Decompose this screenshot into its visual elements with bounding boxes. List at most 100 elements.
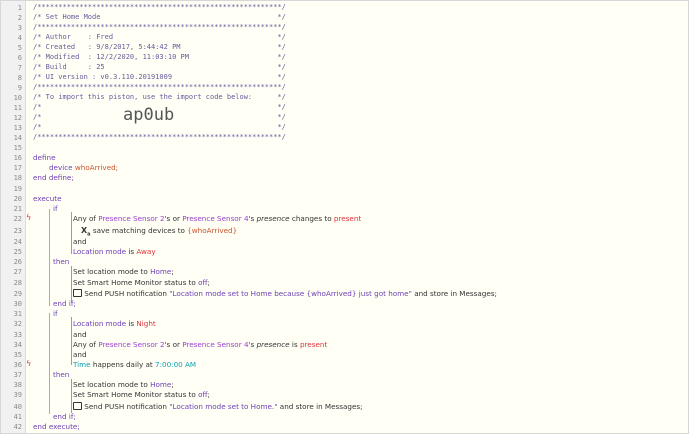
comment-line-14: /***************************************… [33, 133, 286, 141]
off-value-2: off [198, 390, 208, 399]
line-number: 15 [13, 144, 22, 152]
location-mode-label: Location mode [73, 247, 127, 256]
condition1-presence[interactable]: Any of Presence Sensor 2's or Presence S… [73, 214, 361, 223]
push-message: "Location mode set to Home because {whoA… [169, 289, 412, 298]
possessive-or-label: 's or [164, 214, 180, 223]
line-number: 26 [13, 258, 22, 266]
line-number: 4 [17, 34, 22, 42]
save-matching-label: save matching devices to [92, 226, 185, 235]
line-number: 41 [13, 413, 22, 421]
is-operator-2: is [128, 319, 135, 328]
then2-action-bracket [71, 379, 72, 413]
line-number: 24 [13, 238, 22, 246]
comment-line-3: /***************************************… [33, 23, 286, 31]
trigger-bolt-icon: ϟ [26, 213, 32, 222]
comment-line-6: /* Modified : 12/2/2020, 11:03:10 PM */ [33, 53, 286, 61]
line-number: 40 [13, 403, 22, 411]
line-number: 38 [13, 381, 22, 389]
line-number: 9 [17, 84, 22, 92]
action-set-location-mode-2[interactable]: Set location mode to Home; [73, 380, 174, 389]
end-if2-keyword[interactable]: end if; [53, 412, 76, 421]
location-mode-label-2: Location mode [73, 319, 127, 328]
line-number: 32 [13, 320, 22, 328]
action-send-push[interactable]: Send PUSH notification "Location mode se… [73, 289, 497, 298]
line-number: 7 [17, 64, 22, 72]
presence-sensor-2-device: Presence Sensor 2 [98, 214, 165, 223]
if1-indent-guide [49, 209, 50, 306]
home-value-2: Home [150, 380, 172, 389]
line-number: 21 [13, 205, 22, 213]
define-keyword[interactable]: define [33, 153, 56, 162]
line-number: 30 [13, 300, 22, 308]
end-execute-keyword[interactable]: end execute; [33, 422, 80, 431]
if2-condition-bracket [71, 317, 72, 365]
condition1-location-mode[interactable]: Location mode is Away [73, 247, 156, 256]
comment-line-7: /* Build : 25 */ [33, 63, 286, 71]
happens-daily-label: happens daily at [92, 360, 153, 369]
presence-attribute: presence [256, 214, 290, 223]
line-number: 29 [13, 290, 22, 298]
line-number: 6 [17, 54, 22, 62]
present-value: present [333, 214, 362, 223]
line-number: 17 [13, 164, 22, 172]
comment-line-10: /* To import this piston, use the import… [33, 93, 286, 101]
end-define-keyword[interactable]: end define; [33, 173, 74, 182]
night-value: Night [136, 319, 156, 328]
set-mode-label: Set location mode to [73, 267, 148, 276]
push-suffix-2: and store in Messages; [279, 402, 363, 411]
comment-line-4: /* Author : Fred */ [33, 33, 286, 41]
present-value-2: present [299, 340, 328, 349]
then1-keyword[interactable]: then [53, 257, 69, 266]
push-suffix: and store in Messages; [414, 289, 497, 298]
set-mode-label-2: Set location mode to [73, 380, 148, 389]
message-icon [73, 289, 82, 297]
action-set-location-mode[interactable]: Set location mode to Home; [73, 267, 174, 276]
presence-attribute-2: presence [256, 340, 290, 349]
line-number: 18 [13, 174, 22, 182]
line-number: 35 [13, 351, 22, 359]
line-number: 31 [13, 310, 22, 318]
condition2-presence[interactable]: Any of Presence Sensor 2's or Presence S… [73, 340, 327, 349]
line-number: 25 [13, 248, 22, 256]
line-number: 22 [13, 215, 22, 223]
execute-keyword[interactable]: execute [33, 194, 62, 203]
line-number: 36 [13, 361, 22, 369]
if1-keyword[interactable]: if [53, 204, 58, 213]
condition2-time[interactable]: Time happens daily at 7:00:00 AM [73, 360, 196, 369]
and-operator[interactable]: and [73, 237, 87, 246]
and-operator-2[interactable]: and [73, 330, 87, 339]
push-label-2: Send PUSH notification [84, 402, 167, 411]
line-number: 2 [17, 14, 22, 22]
if2-keyword[interactable]: if [53, 309, 58, 318]
away-value: Away [136, 247, 156, 256]
presence-sensor-4-device-2: Presence Sensor 4 [182, 340, 249, 349]
piston-code-editor: 1 2 3 4 5 6 7 8 9 10 11 12 13 14 15 16 17 18 19 20 21 22 23 24 2… [0, 0, 689, 434]
condition2-location-mode[interactable]: Location mode is Night [73, 319, 156, 328]
action-set-shm[interactable]: Set Smart Home Monitor status to off; [73, 278, 210, 287]
action-set-shm-2[interactable]: Set Smart Home Monitor status to off; [73, 390, 210, 399]
if2-indent-guide [49, 313, 50, 414]
shm-label-2: Set Smart Home Monitor status to [73, 390, 196, 399]
presence-sensor-2-device-2: Presence Sensor 2 [98, 340, 165, 349]
line-number: 39 [13, 391, 22, 399]
home-value: Home [150, 267, 172, 276]
comment-line-1: /***************************************… [33, 3, 286, 11]
message-icon-2 [73, 402, 82, 410]
and-operator-3[interactable]: and [73, 350, 87, 359]
save-matching-devices-line[interactable]: Xa save matching devices to {whoArrived} [81, 226, 237, 240]
any-of-label: Any of [73, 214, 96, 223]
then2-keyword[interactable]: then [53, 370, 69, 379]
then1-action-bracket [71, 266, 72, 302]
line-number: 5 [17, 44, 22, 52]
who-arrived-variable: whoArrived; [74, 163, 119, 172]
any-of-label-2: Any of [73, 340, 96, 349]
end-if1-keyword[interactable]: end if; [53, 299, 76, 308]
device-variable-declaration[interactable]: device whoArrived; [49, 163, 118, 172]
line-number: 14 [13, 134, 22, 142]
time-value: 7:00:00 AM [155, 360, 197, 369]
line-number: 1 [17, 4, 22, 12]
import-code[interactable]: ap0ub [123, 105, 174, 125]
device-keyword: device [49, 163, 73, 172]
action-send-push-2[interactable]: Send PUSH notification "Location mode se… [73, 402, 363, 411]
shm-label: Set Smart Home Monitor status to [73, 278, 196, 287]
